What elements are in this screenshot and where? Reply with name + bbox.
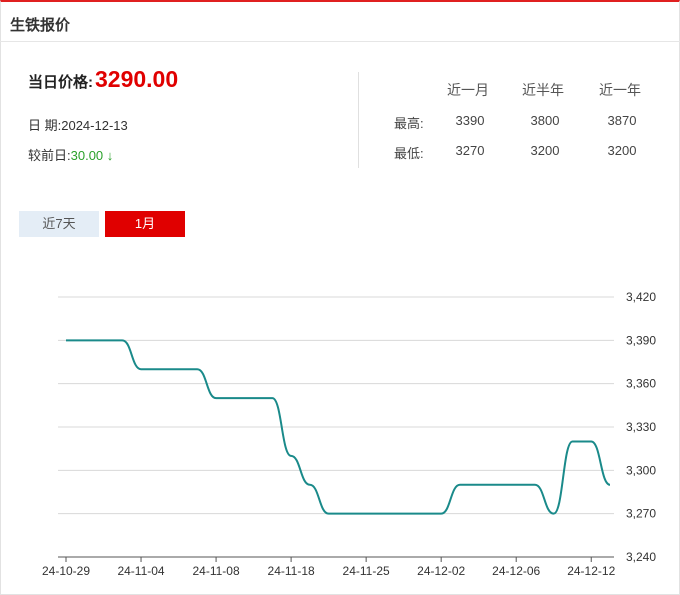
price-line-chart: 3,240 3,270 3,300 3,330 3,360 3,390 3,420 24-10…: [42, 290, 656, 578]
x-tick-label: 24-11-04: [117, 564, 164, 578]
y-tick-label: 3,420: [626, 290, 656, 304]
y-tick-label: 3,330: [626, 420, 656, 434]
x-tick-label: 24-11-18: [268, 564, 315, 578]
y-tick-label: 3,270: [626, 507, 656, 521]
y-tick-label: 3,360: [626, 377, 656, 391]
x-tick-label: 24-12-06: [492, 564, 540, 578]
y-tick-label: 3,240: [626, 550, 656, 564]
y-tick-label: 3,300: [626, 463, 656, 477]
x-tick-label: 24-12-02: [417, 564, 465, 578]
x-tick-label: 24-11-25: [343, 564, 390, 578]
x-tick-label: 24-12-12: [567, 564, 615, 578]
x-tick-label: 24-10-29: [42, 564, 90, 578]
y-tick-label: 3,390: [626, 333, 656, 347]
x-tick-label: 24-11-08: [192, 564, 239, 578]
